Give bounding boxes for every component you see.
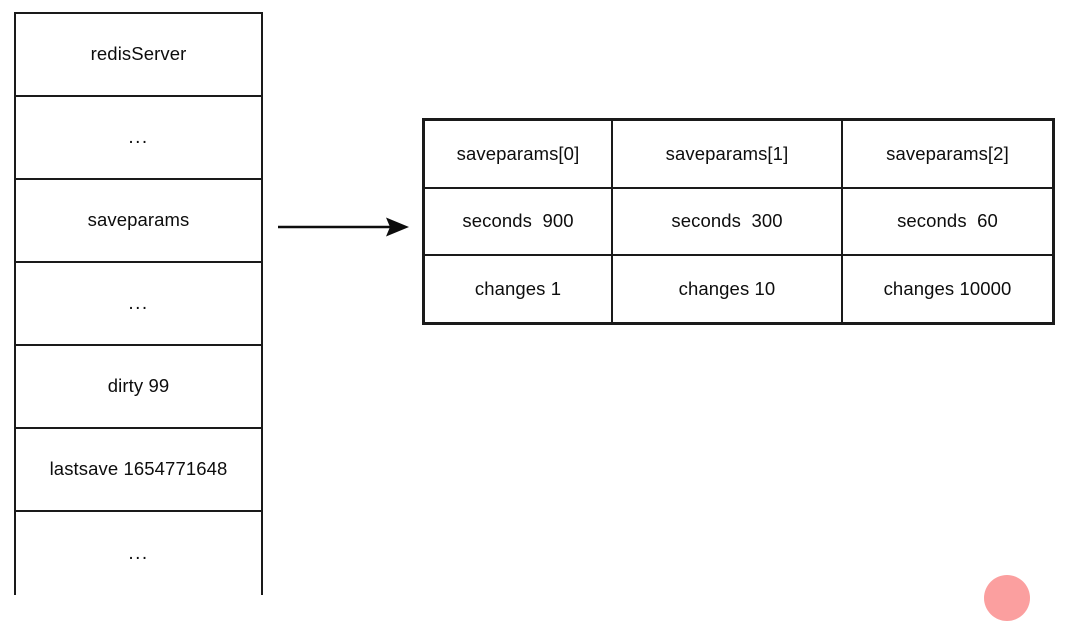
array-changes-label-1: changes 10 <box>678 277 776 299</box>
array-seconds-label-2: seconds 60 <box>897 210 998 232</box>
pink-circle-decoration <box>984 575 1030 621</box>
array-changes-row: changes 1 changes 10 changes 10000 <box>425 256 1052 323</box>
array-cell-changes-2: changes 10000 <box>843 256 1052 323</box>
redis-server-struct-table: redisServer ... saveparams ... dirty 99 … <box>14 12 263 595</box>
array-seconds-row: seconds 900 seconds 300 seconds 60 <box>425 188 1052 257</box>
array-header-row: saveparams[0] saveparams[1] saveparams[2… <box>425 121 1052 189</box>
struct-row: redisServer <box>16 14 261 97</box>
array-cell-header-0: saveparams[0] <box>425 121 613 187</box>
array-header-label-2: saveparams[2] <box>886 142 1009 164</box>
array-cell-header-2: saveparams[2] <box>843 121 1052 187</box>
array-cell-changes-1: changes 10 <box>613 256 843 323</box>
struct-cell-dirty: dirty 99 <box>107 375 170 397</box>
array-cell-seconds-1: seconds 300 <box>613 188 843 255</box>
array-cell-changes-0: changes 1 <box>425 256 613 323</box>
struct-cell-saveparams: saveparams <box>87 209 190 231</box>
saveparams-pointer-arrow <box>278 217 409 237</box>
array-changes-label-0: changes 1 <box>474 277 562 299</box>
array-changes-label-2: changes 10000 <box>883 277 1012 299</box>
saveparams-array-table: saveparams[0] saveparams[1] saveparams[2… <box>422 118 1055 325</box>
struct-cell-lastsave: lastsave 1654771648 <box>49 458 228 480</box>
struct-row: lastsave 1654771648 <box>16 429 261 512</box>
struct-row: ... <box>16 263 261 346</box>
array-seconds-label-0: seconds 900 <box>462 210 574 232</box>
struct-row: ... <box>16 97 261 180</box>
struct-cell-ellipsis-3: ... <box>128 543 149 564</box>
array-header-label-1: saveparams[1] <box>665 142 789 164</box>
array-seconds-label-1: seconds 300 <box>671 210 783 232</box>
struct-cell-ellipsis-2: ... <box>128 293 149 314</box>
struct-row: dirty 99 <box>16 346 261 429</box>
struct-row: saveparams <box>16 180 261 263</box>
diagram-canvas: redisServer ... saveparams ... dirty 99 … <box>0 0 1080 621</box>
array-cell-seconds-2: seconds 60 <box>843 188 1052 255</box>
struct-cell-ellipsis-1: ... <box>128 127 149 148</box>
struct-cell-title: redisServer <box>90 43 187 65</box>
array-cell-header-1: saveparams[1] <box>613 121 843 187</box>
array-cell-seconds-0: seconds 900 <box>425 188 613 255</box>
array-header-label-0: saveparams[0] <box>456 142 580 164</box>
